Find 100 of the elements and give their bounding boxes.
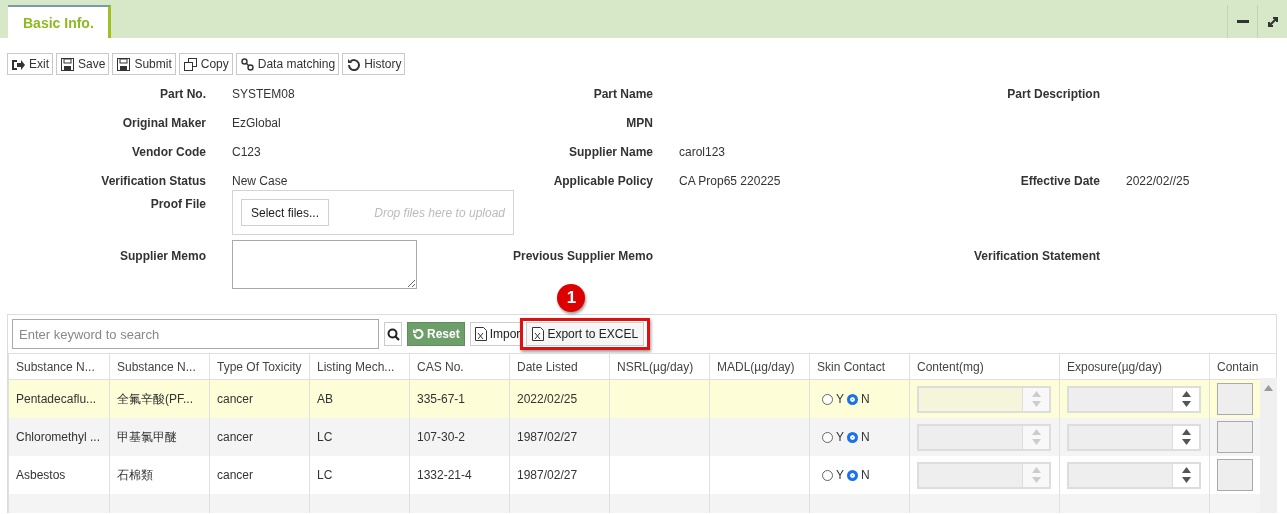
number-field[interactable] — [1067, 385, 1201, 413]
memo-field[interactable] — [232, 240, 417, 289]
field-value: EzGlobal — [232, 116, 281, 130]
field-value: New Case — [232, 174, 288, 188]
table-cell: cancer — [209, 418, 310, 456]
search-field[interactable]: Enter keyword to search — [12, 319, 379, 349]
spreadsheet-file-icon — [532, 327, 545, 341]
step-badge: 1 — [557, 284, 586, 312]
column-header[interactable]: Content(mg) — [909, 353, 1060, 380]
number-field[interactable] — [1067, 423, 1201, 451]
increment-icon — [1031, 429, 1041, 435]
search-icon — [386, 327, 400, 341]
table-cell: LC — [309, 418, 410, 456]
field-label: Previous Supplier Memo — [512, 249, 653, 263]
scroll-up-icon — [1264, 385, 1273, 391]
radio-button[interactable] — [847, 393, 858, 405]
column-header[interactable]: Date Listed — [509, 353, 610, 380]
toolbar-button[interactable]: Data matching — [235, 53, 340, 75]
table-cell: 1987/02/27 — [509, 418, 610, 456]
toolbar-button[interactable]: Copy — [178, 53, 233, 75]
increment-icon — [1031, 391, 1041, 397]
column-header[interactable]: Substance N... — [109, 353, 210, 380]
copy-icon — [182, 56, 198, 72]
toolbar-button[interactable]: Submit — [112, 53, 176, 75]
radio-button[interactable] — [847, 469, 858, 481]
table-cell: 2022/02/25 — [509, 379, 610, 418]
table-cell: 107-30-2 — [409, 418, 510, 456]
decrement-icon — [1181, 439, 1191, 445]
drop-hint: Drop files here to upload — [374, 205, 505, 220]
table-cell: 甲基氯甲醚 — [109, 418, 210, 456]
table-cell: Chloromethyl ... — [8, 418, 110, 456]
table-cell: Pentadecaflu... — [8, 379, 110, 418]
column-header[interactable]: Skin Contact — [809, 353, 910, 380]
field-value: CA Prop65 220225 — [679, 174, 781, 188]
toolbar-button[interactable]: Exit — [7, 53, 53, 75]
column-header[interactable]: Substance N... — [8, 353, 110, 380]
radio-button[interactable] — [822, 469, 833, 481]
field-label: Verification Statement — [973, 249, 1100, 263]
scrollbar[interactable] — [1260, 378, 1277, 513]
field-label: Proof File — [150, 197, 206, 211]
grid-button[interactable]: Export to EXCEL — [526, 322, 645, 346]
input-field[interactable] — [1217, 459, 1253, 491]
toolbar-button[interactable]: Save — [56, 53, 110, 75]
reset-icon — [412, 328, 424, 340]
decrement-icon — [1031, 477, 1041, 483]
field-label: Supplier Name — [568, 145, 653, 159]
field-value: 2022/02//25 — [1126, 174, 1190, 188]
increment-icon — [1031, 467, 1041, 473]
field-value: SYSTEM08 — [232, 87, 295, 101]
table-cell: cancer — [209, 379, 310, 418]
link-icon — [239, 56, 255, 72]
radio-button[interactable] — [847, 431, 858, 443]
radio-label: N — [861, 430, 870, 445]
select-files-button[interactable]: Select files... — [241, 199, 330, 226]
field-label: Applicable Policy — [553, 174, 653, 188]
field-label: Supplier Memo — [120, 249, 206, 263]
file-drop-zone[interactable]: Select files... Drop files here to upload — [232, 190, 514, 235]
increment-icon — [1181, 467, 1191, 473]
decrement-icon — [1031, 439, 1041, 445]
radio-button[interactable] — [822, 431, 833, 443]
radio-label: Y — [836, 392, 844, 407]
column-header[interactable]: CAS No. — [409, 353, 510, 380]
decrement-icon — [1181, 401, 1191, 407]
radio-label: Y — [836, 430, 844, 445]
spreadsheet-file-icon — [474, 327, 487, 341]
radio-label: Y — [836, 468, 844, 483]
field-label: Effective Date — [1020, 174, 1100, 188]
expand-icon — [1266, 15, 1279, 28]
field-label: Vendor Code — [132, 145, 206, 159]
increment-icon — [1181, 429, 1191, 435]
field-label: MPN — [626, 116, 653, 130]
field-label: Part Description — [1007, 87, 1100, 101]
column-header[interactable]: Listing Mech... — [309, 353, 410, 380]
column-header[interactable]: Type Of Toxicity — [209, 353, 310, 380]
input-field[interactable] — [1217, 383, 1253, 415]
field-label: Verification Status — [101, 174, 206, 188]
column-header[interactable]: Exposure(µg/day) — [1059, 353, 1210, 380]
radio-button[interactable] — [822, 393, 833, 405]
minimize-icon — [1236, 19, 1249, 24]
input-field[interactable] — [1217, 421, 1253, 453]
history-icon — [346, 56, 362, 72]
column-header[interactable]: MADL(µg/day) — [709, 353, 810, 380]
radio-label: N — [861, 468, 870, 483]
field-label: Part Name — [593, 87, 653, 101]
increment-icon — [1181, 391, 1191, 397]
field-value: carol123 — [679, 145, 726, 159]
search-button[interactable] — [384, 322, 402, 346]
toolbar-button[interactable]: History — [342, 53, 406, 75]
radio-label: N — [861, 392, 870, 407]
field-value: C123 — [232, 145, 261, 159]
decrement-icon — [1181, 477, 1191, 483]
table-cell: 335-67-1 — [409, 379, 510, 418]
table-cell: AB — [309, 379, 410, 418]
number-field[interactable] — [1067, 461, 1201, 489]
decrement-icon — [1031, 401, 1041, 407]
grid-button[interactable]: Impor — [469, 322, 521, 346]
column-header[interactable]: NSRL(µg/day) — [609, 353, 710, 380]
field-label: Part No. — [160, 87, 206, 101]
table-cell: 全氟辛酸(PF... — [109, 379, 210, 418]
field-label: Original Maker — [122, 116, 206, 130]
